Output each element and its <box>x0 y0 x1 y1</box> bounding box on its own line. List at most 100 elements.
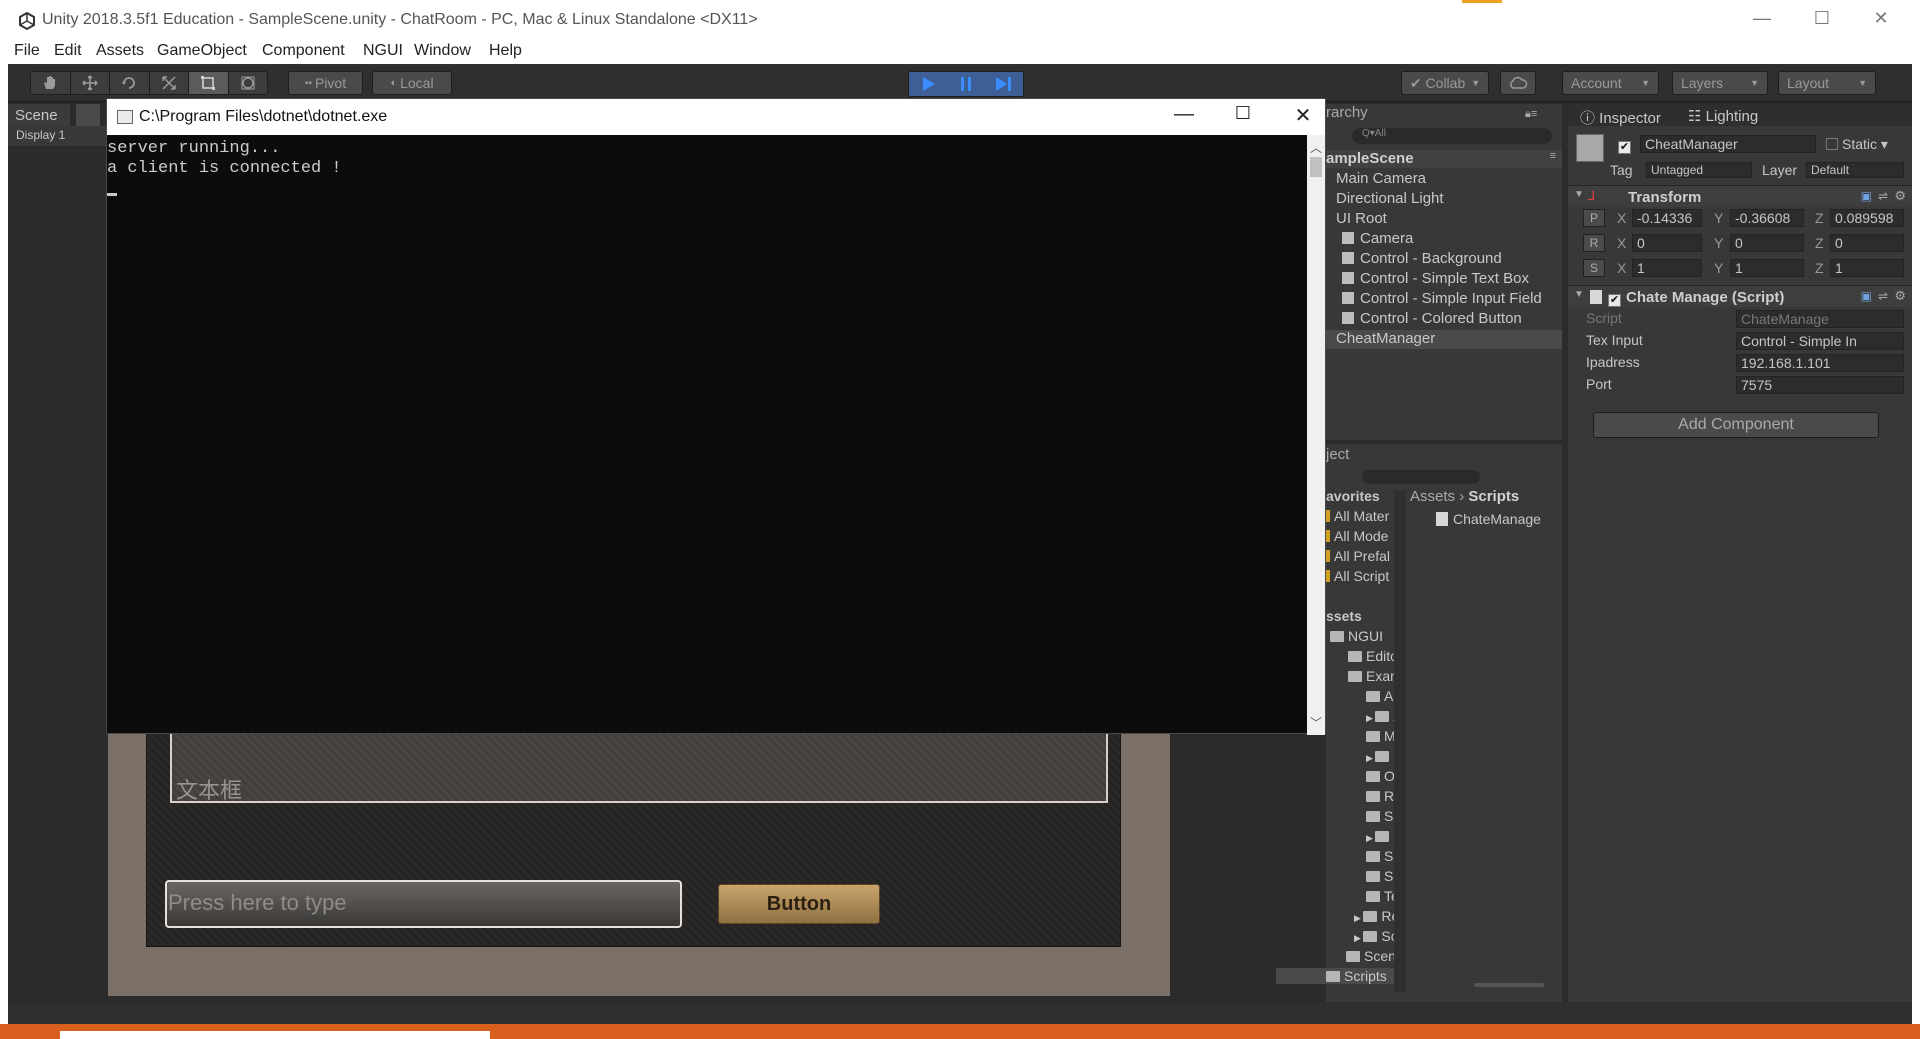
hierarchy-item[interactable]: Camera <box>1326 230 1562 249</box>
scale-z-field[interactable]: 1 <box>1830 259 1904 277</box>
pause-button[interactable] <box>947 72 985 96</box>
add-component-button[interactable]: Add Component <box>1593 412 1879 438</box>
hierarchy-item[interactable]: Control - Simple Text Box <box>1326 270 1562 289</box>
expand-arrow-icon[interactable]: ▶ <box>1354 933 1363 943</box>
rotation-x-field[interactable]: 0 <box>1632 234 1702 252</box>
static-toggle[interactable]: Static ▾ <box>1826 136 1888 153</box>
expand-arrow-icon[interactable]: ▶ <box>1354 913 1363 923</box>
foldout-arrow-icon[interactable]: ▼ <box>1574 289 1584 300</box>
folder-item[interactable]: ▶ Resou <box>1354 908 1394 924</box>
tab-hierarchy[interactable]: rarchy <box>1326 104 1368 121</box>
send-button[interactable]: Button <box>718 884 880 924</box>
layers-dropdown[interactable]: Layers ▼ <box>1672 71 1768 95</box>
transform-header[interactable]: ▼ ⅃ Transform ▣ ⇌ ⚙ <box>1568 185 1912 207</box>
local-toggle[interactable]: ◐ Local <box>372 71 452 95</box>
tab-inspector[interactable]: ⓘ Inspector <box>1580 107 1661 128</box>
position-y-field[interactable]: -0.36608 <box>1730 209 1804 227</box>
expand-arrow-icon[interactable]: ▶ <box>1366 833 1375 843</box>
script-component-header[interactable]: ▼ ✔ Chate Manage (Script) ▣ ⇌ ⚙ <box>1568 285 1912 307</box>
lock-icon[interactable]: 🔒︎≡ <box>1525 108 1537 121</box>
menu-gameobject[interactable]: GameObject <box>157 42 247 60</box>
expand-arrow-icon[interactable]: ▶ <box>1366 713 1375 723</box>
menu-file[interactable]: File <box>14 42 40 60</box>
pivot-toggle[interactable]: ▪▪ Pivot <box>288 71 363 95</box>
tab-project[interactable]: ject <box>1326 446 1349 463</box>
folder-item[interactable]: Sce <box>1366 808 1394 824</box>
favorite-item[interactable]: All Prefal <box>1326 548 1394 564</box>
preset-icon[interactable]: ⇌ <box>1878 289 1888 303</box>
step-button[interactable] <box>985 72 1023 96</box>
object-name-field[interactable]: CheatManager <box>1640 135 1816 153</box>
scroll-down-icon[interactable]: ﹀ <box>1310 714 1322 731</box>
project-splitter[interactable] <box>1394 490 1406 992</box>
layout-dropdown[interactable]: Layout ▼ <box>1778 71 1876 95</box>
collab-dropdown[interactable]: ✔ Collab ▼ <box>1401 71 1489 95</box>
gear-icon[interactable]: ⚙ <box>1894 188 1906 204</box>
assets-header[interactable]: ssets <box>1326 608 1362 624</box>
menu-edit[interactable]: Edit <box>54 42 82 60</box>
menu-help[interactable]: Help <box>489 42 522 60</box>
position-label[interactable]: P <box>1583 209 1605 227</box>
folder-item[interactable]: Sou <box>1366 868 1394 884</box>
help-icon[interactable]: ▣ <box>1861 289 1872 303</box>
folder-item[interactable]: Ani <box>1366 688 1394 704</box>
folder-item[interactable]: NGUI <box>1330 628 1394 644</box>
minimize-button[interactable]: — <box>1747 8 1777 34</box>
scene-root[interactable]: ampleScene ≡ <box>1326 150 1562 168</box>
gear-icon[interactable]: ⚙ <box>1894 288 1906 304</box>
folder-item[interactable]: ▶ Script <box>1354 928 1394 944</box>
folder-item[interactable]: Mat <box>1366 728 1394 744</box>
tab-lighting[interactable]: ☷ Lighting <box>1688 107 1758 125</box>
folder-item[interactable]: Scenes <box>1346 948 1394 964</box>
favorite-item[interactable]: All Mater <box>1326 508 1394 524</box>
layer-dropdown[interactable]: Default <box>1806 162 1904 178</box>
folder-item[interactable]: Editor <box>1348 648 1394 664</box>
scale-tool-icon[interactable] <box>150 72 189 94</box>
display-selector[interactable]: Display 1 <box>16 128 65 142</box>
scale-x-field[interactable]: 1 <box>1632 259 1702 277</box>
account-dropdown[interactable]: Account ▼ <box>1562 71 1659 95</box>
game-tab-icon[interactable] <box>76 104 100 126</box>
folder-item[interactable]: Sha <box>1366 848 1394 864</box>
folder-item[interactable]: Examp <box>1348 668 1394 684</box>
folder-item[interactable]: Scripts <box>1276 968 1394 984</box>
move-tool-icon[interactable] <box>71 72 110 94</box>
scale-y-field[interactable]: 1 <box>1730 259 1804 277</box>
position-x-field[interactable]: -0.14336 <box>1632 209 1702 227</box>
tag-dropdown[interactable]: Untagged <box>1646 162 1752 178</box>
file-item[interactable]: ChateManage <box>1436 511 1541 527</box>
hierarchy-item[interactable]: Main Camera <box>1326 170 1562 189</box>
project-search-input[interactable] <box>1362 470 1480 484</box>
hierarchy-item[interactable]: Control - Colored Button <box>1326 310 1562 329</box>
hierarchy-item[interactable]: Directional Light <box>1326 190 1562 209</box>
favorite-item[interactable]: All Mode <box>1326 528 1394 544</box>
preset-icon[interactable]: ⇌ <box>1878 189 1888 203</box>
field-value[interactable]: 192.168.1.101 <box>1736 354 1904 372</box>
zoom-slider[interactable] <box>1474 983 1544 987</box>
cloud-button[interactable] <box>1500 71 1536 95</box>
rotation-label[interactable]: R <box>1583 234 1605 252</box>
folder-item[interactable]: ▶ Scr <box>1366 828 1394 844</box>
field-value[interactable]: Control - Simple In <box>1736 332 1904 350</box>
folder-item[interactable]: Oth <box>1366 768 1394 784</box>
close-button[interactable]: ✕ <box>1866 8 1896 34</box>
console-close-button[interactable]: ✕ <box>1286 103 1320 131</box>
hierarchy-item[interactable]: CheatManager <box>1326 330 1562 349</box>
field-value[interactable]: 7575 <box>1736 376 1904 394</box>
menu-component[interactable]: Component <box>262 42 345 60</box>
favorite-item[interactable]: All Script <box>1326 568 1394 584</box>
menu-ngui[interactable]: NGUI <box>363 42 403 60</box>
hierarchy-item[interactable]: UI Root <box>1326 210 1562 229</box>
hand-tool-icon[interactable] <box>31 72 71 94</box>
scale-label[interactable]: S <box>1583 259 1605 277</box>
folder-item[interactable]: Tex <box>1366 888 1394 904</box>
transform-tool-icon[interactable] <box>229 72 268 94</box>
component-enabled-toggle[interactable]: ✔ <box>1608 290 1621 307</box>
rect-tool-icon[interactable] <box>189 72 229 94</box>
console-scrollbar[interactable]: ︿ ﹀ <box>1307 135 1325 735</box>
menu-assets[interactable]: Assets <box>96 42 144 60</box>
rotate-tool-icon[interactable] <box>110 72 150 94</box>
active-toggle[interactable]: ✔ <box>1618 136 1631 154</box>
scroll-thumb[interactable] <box>1310 157 1322 177</box>
help-icon[interactable]: ▣ <box>1861 189 1872 203</box>
